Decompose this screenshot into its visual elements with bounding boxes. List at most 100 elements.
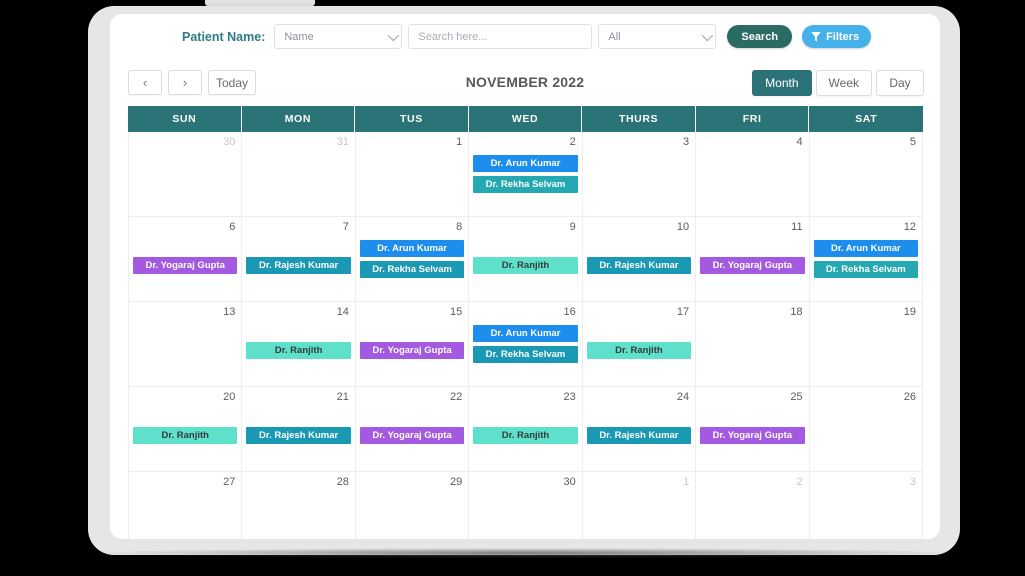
appointment-label: Dr. Yogaraj Gupta: [145, 260, 225, 271]
appointment-chip[interactable]: Dr. Arun Kumar: [813, 240, 918, 257]
calendar-day-cell[interactable]: 8 Dr. Arun Kumar Dr. Rekha Selvam: [355, 217, 470, 301]
calendar-day-cell[interactable]: 9 Dr. Ranjith: [469, 217, 583, 301]
day-events: Dr. Ranjith: [469, 427, 581, 444]
calendar-day-cell[interactable]: 2 Dr. Arun Kumar Dr. Rekha Selvam: [469, 132, 583, 216]
calendar-week-row: 6 Dr. Yogaraj Gupta 7 Dr. Rajesh Kumar 8 Dr. …: [129, 217, 923, 302]
view-button-day[interactable]: Day: [876, 70, 924, 96]
appointment-label: Dr. Yogaraj Gupta: [372, 430, 452, 441]
day-number: 8: [456, 221, 463, 233]
appointment-chip[interactable]: Dr. Rekha Selvam: [473, 346, 578, 363]
day-number: 15: [450, 306, 463, 318]
appointment-label: Dr. Arun Kumar: [830, 243, 901, 254]
calendar-day-cell[interactable]: 3: [582, 132, 697, 216]
appointment-chip[interactable]: Dr. Yogaraj Gupta: [359, 427, 465, 444]
appointment-chip[interactable]: Dr. Ranjith: [133, 427, 238, 444]
calendar-day-cell[interactable]: 21 Dr. Rajesh Kumar: [242, 387, 356, 471]
weekday-header-wed: WED: [469, 106, 583, 132]
calendar-day-cell[interactable]: 14 Dr. Ranjith: [242, 302, 356, 386]
calendar-day-cell[interactable]: 28: [242, 472, 356, 539]
calendar-day-cell[interactable]: 11 Dr. Yogaraj Gupta: [696, 217, 810, 301]
name-type-select[interactable]: Name: [274, 24, 403, 49]
calendar-week-row: 27 28 29 30 1 2 3: [129, 472, 923, 539]
calendar-day-cell[interactable]: 16 Dr. Arun Kumar Dr. Rekha Selvam: [469, 302, 583, 386]
appointment-label: Dr. Arun Kumar: [490, 158, 561, 169]
appointment-chip[interactable]: Dr. Rekha Selvam: [473, 176, 578, 193]
calendar-day-cell[interactable]: 7 Dr. Rajesh Kumar: [242, 217, 356, 301]
appointment-chip[interactable]: Dr. Yogaraj Gupta: [359, 342, 465, 359]
weekday-header-tus: TUS: [355, 106, 469, 132]
appointment-chip[interactable]: Dr. Rekha Selvam: [359, 261, 465, 278]
calendar-day-cell[interactable]: 22 Dr. Yogaraj Gupta: [355, 387, 470, 471]
search-button[interactable]: Search: [727, 25, 793, 48]
appointment-chip[interactable]: Dr. Rajesh Kumar: [586, 427, 692, 444]
appointment-chip[interactable]: Dr. Yogaraj Gupta: [133, 257, 238, 274]
weekday-header-thurs: THURS: [582, 106, 696, 132]
appointment-chip[interactable]: Dr. Rajesh Kumar: [586, 257, 692, 274]
calendar-day-cell[interactable]: 17 Dr. Ranjith: [582, 302, 697, 386]
calendar-day-cell[interactable]: 25 Dr. Yogaraj Gupta: [696, 387, 810, 471]
day-number: 13: [223, 306, 236, 318]
appointment-chip[interactable]: Dr. Ranjith: [586, 342, 692, 359]
day-number: 17: [676, 306, 690, 318]
calendar-day-cell[interactable]: 15 Dr. Yogaraj Gupta: [355, 302, 470, 386]
weekday-header-mon: MON: [242, 106, 356, 132]
calendar-day-cell[interactable]: 6 Dr. Yogaraj Gupta: [129, 217, 243, 301]
calendar-day-cell[interactable]: 20 Dr. Ranjith: [129, 387, 243, 471]
appointment-label: Dr. Rajesh Kumar: [259, 260, 339, 271]
calendar-day-cell[interactable]: 4: [696, 132, 810, 216]
day-events: Dr. Yogaraj Gupta: [356, 342, 468, 359]
calendar-day-cell[interactable]: 1: [582, 472, 697, 539]
day-number: 2: [569, 136, 576, 148]
search-input-placeholder: Search here...: [418, 30, 488, 43]
day-number: 5: [909, 136, 916, 148]
day-number: 22: [450, 391, 463, 403]
calendar-day-cell[interactable]: 18: [696, 302, 810, 386]
day-number: 12: [903, 221, 916, 233]
appointment-chip[interactable]: Dr. Yogaraj Gupta: [700, 427, 805, 444]
appointment-label: Dr. Rajesh Kumar: [599, 430, 679, 441]
appointment-chip[interactable]: Dr. Arun Kumar: [473, 325, 578, 342]
view-button-week[interactable]: Week: [815, 70, 872, 96]
day-events: Dr. Arun Kumar Dr. Rekha Selvam: [356, 240, 468, 278]
day-events: Dr. Rajesh Kumar: [583, 257, 695, 274]
view-button-month[interactable]: Month: [752, 70, 812, 96]
calendar-day-cell[interactable]: 19: [809, 302, 923, 386]
appointment-chip[interactable]: Dr. Arun Kumar: [359, 240, 465, 257]
calendar-day-cell[interactable]: 24 Dr. Rajesh Kumar: [582, 387, 697, 471]
appointment-chip[interactable]: Dr. Ranjith: [246, 342, 351, 359]
calendar-day-cell[interactable]: 30: [469, 472, 583, 539]
calendar-day-cell[interactable]: 12 Dr. Arun Kumar Dr. Rekha Selvam: [809, 217, 923, 301]
calendar-day-cell[interactable]: 30: [129, 132, 243, 216]
appointment-chip[interactable]: Dr. Ranjith: [473, 427, 578, 444]
appointment-chip[interactable]: Dr. Yogaraj Gupta: [700, 257, 805, 274]
appointment-chip[interactable]: Dr. Rajesh Kumar: [246, 257, 351, 274]
appointment-chip[interactable]: Dr. Rekha Selvam: [813, 261, 918, 278]
calendar-day-cell[interactable]: 1: [355, 132, 470, 216]
day-events: Dr. Ranjith: [129, 427, 241, 444]
calendar-day-cell[interactable]: 2: [696, 472, 810, 539]
calendar-day-cell[interactable]: 27: [129, 472, 243, 539]
day-events: Dr. Ranjith: [469, 257, 581, 274]
calendar-day-cell[interactable]: 5: [809, 132, 923, 216]
calendar-day-cell[interactable]: 3: [809, 472, 923, 539]
appointment-chip[interactable]: Dr. Ranjith: [473, 257, 578, 274]
chevron-down-icon: [388, 29, 400, 41]
calendar-day-cell[interactable]: 13: [129, 302, 243, 386]
day-number: 3: [683, 136, 690, 148]
appointment-chip[interactable]: Dr. Rajesh Kumar: [246, 427, 351, 444]
day-events: Dr. Yogaraj Gupta: [356, 427, 468, 444]
day-number: 19: [903, 306, 916, 318]
calendar-day-cell[interactable]: 31: [242, 132, 356, 216]
day-number: 9: [569, 221, 576, 233]
filters-button[interactable]: Filters: [802, 25, 872, 48]
day-number: 11: [791, 221, 803, 233]
calendar-day-cell[interactable]: 10 Dr. Rajesh Kumar: [582, 217, 697, 301]
calendar-day-cell[interactable]: 26: [809, 387, 923, 471]
name-type-select-value: Name: [284, 30, 314, 43]
calendar-day-cell[interactable]: 29: [355, 472, 470, 539]
appointment-chip[interactable]: Dr. Arun Kumar: [473, 155, 578, 172]
category-select[interactable]: All: [598, 24, 717, 49]
day-number: 1: [683, 476, 690, 488]
calendar-day-cell[interactable]: 23 Dr. Ranjith: [469, 387, 583, 471]
search-input[interactable]: Search here...: [408, 24, 593, 49]
